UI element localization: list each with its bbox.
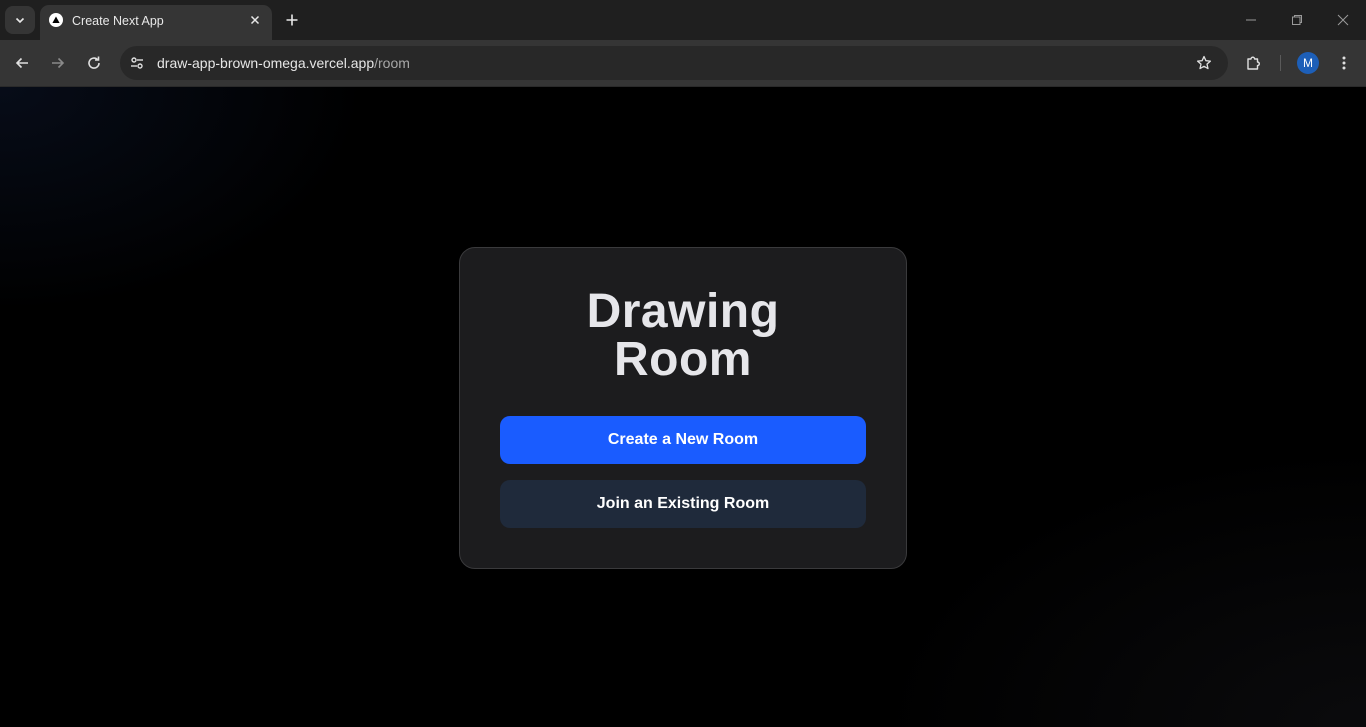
address-bar[interactable]: draw-app-brown-omega.vercel.app/room [120, 46, 1228, 80]
join-room-button[interactable]: Join an Existing Room [500, 480, 866, 528]
bookmark-button[interactable] [1191, 50, 1217, 76]
restore-button[interactable] [1282, 6, 1312, 34]
reload-button[interactable] [80, 49, 108, 77]
active-tab[interactable]: Create Next App [40, 5, 272, 40]
url-host: draw-app-brown-omega.vercel.app [157, 55, 375, 71]
room-card: Drawing Room Create a New Room Join an E… [459, 247, 907, 569]
forward-button[interactable] [44, 49, 72, 77]
toolbar-divider [1280, 55, 1281, 71]
more-vert-icon [1342, 56, 1346, 70]
arrow-left-icon [15, 57, 28, 69]
tab-search-button[interactable] [5, 6, 35, 34]
star-icon [1196, 55, 1212, 70]
url-path: /room [374, 55, 410, 71]
tab-close-button[interactable] [246, 11, 264, 29]
chevron-down-icon [15, 17, 25, 24]
minimize-icon [1246, 19, 1256, 21]
tab-strip: Create Next App [0, 0, 1366, 40]
browser-toolbar: draw-app-brown-omega.vercel.app/room M [0, 40, 1366, 87]
url-text: draw-app-brown-omega.vercel.app/room [157, 55, 410, 71]
tune-icon [131, 57, 143, 69]
close-icon [250, 15, 260, 25]
create-room-button[interactable]: Create a New Room [500, 416, 866, 464]
tab-title: Create Next App [72, 14, 164, 28]
site-info-button[interactable] [124, 50, 150, 76]
page-title: Drawing Room [460, 288, 906, 384]
title-line-1: Drawing [586, 285, 780, 338]
reload-icon [88, 56, 100, 69]
restore-icon [1292, 15, 1302, 25]
close-window-button[interactable] [1328, 6, 1358, 34]
minimize-button[interactable] [1236, 6, 1266, 34]
plus-icon [286, 14, 298, 26]
new-tab-button[interactable] [280, 8, 304, 32]
page-viewport: Drawing Room Create a New Room Join an E… [0, 87, 1366, 727]
back-button[interactable] [8, 49, 36, 77]
nextjs-favicon-icon [49, 13, 63, 27]
title-line-2: Room [614, 333, 752, 386]
extensions-button[interactable] [1240, 49, 1268, 77]
puzzle-icon [1247, 56, 1260, 70]
arrow-right-icon [52, 57, 65, 69]
menu-button[interactable] [1330, 49, 1358, 77]
profile-avatar[interactable]: M [1297, 52, 1319, 74]
close-icon [1337, 14, 1349, 26]
